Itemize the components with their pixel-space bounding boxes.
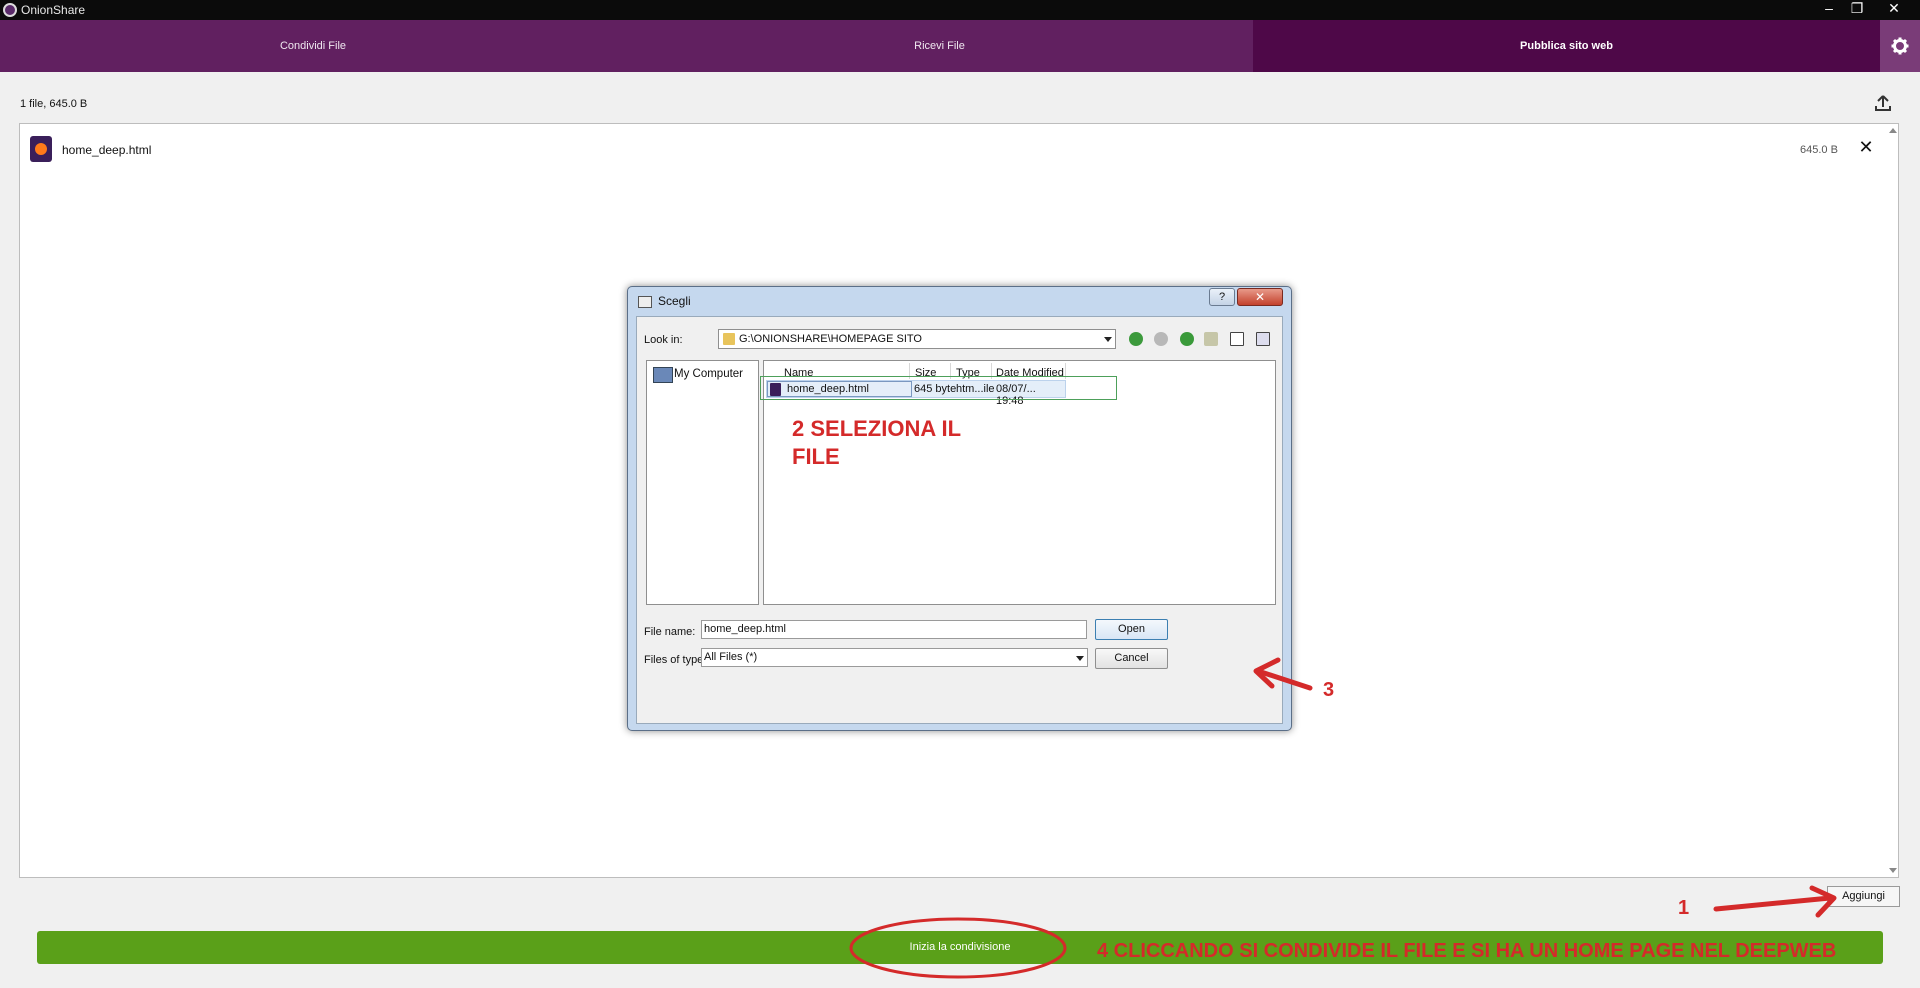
sidebar-item-my-computer[interactable]: My Computer (674, 368, 743, 380)
annotation-step-1: 1 (1678, 897, 1690, 919)
list-view-button[interactable] (1228, 330, 1246, 348)
annotation-step-3: 3 (1323, 679, 1335, 701)
annotation-arrow-1 (1713, 895, 1833, 912)
file-name: home_deep.html (62, 143, 152, 157)
settings-button[interactable] (1880, 20, 1920, 72)
scroll-up-icon[interactable] (1889, 128, 1897, 133)
open-button[interactable]: Open (1095, 619, 1168, 640)
dialog-help-button[interactable]: ? (1209, 288, 1235, 306)
onionshare-icon (3, 3, 17, 17)
annotation-step-4: 4 CLICCANDO SI CONDIVIDE IL FILE E SI HA… (1097, 940, 1837, 962)
file-type-value: All Files (*) (704, 651, 758, 663)
html-file-icon (30, 136, 52, 162)
remove-file-button[interactable]: ✕ (1856, 137, 1876, 157)
cancel-button[interactable]: Cancel (1095, 648, 1168, 669)
file-list-scrollbar[interactable] (1886, 124, 1900, 877)
look-in-combo[interactable]: G:\ONIONSHARE\HOMEPAGE SITO (718, 329, 1116, 349)
maximize-button[interactable]: ❐ (1843, 0, 1871, 18)
file-summary: 1 file, 645.0 B (20, 98, 88, 110)
new-folder-icon (1204, 332, 1218, 346)
scroll-down-icon[interactable] (1889, 868, 1897, 873)
close-window-button[interactable]: ✕ (1872, 0, 1916, 18)
new-folder-button[interactable] (1202, 330, 1220, 348)
parent-folder-button[interactable] (1178, 330, 1196, 348)
dialog-body: Look in: G:\ONIONSHARE\HOMEPAGE SITO My … (636, 316, 1283, 724)
gear-icon (1891, 37, 1909, 55)
up-arrow-icon (1180, 332, 1194, 346)
tab-share-files[interactable]: Condividi File (0, 20, 626, 72)
chevron-down-icon (1104, 337, 1112, 342)
mode-tabs: Condividi File Ricevi File Pubblica sito… (0, 20, 1920, 72)
back-arrow-icon (1129, 332, 1143, 346)
computer-icon (653, 367, 673, 383)
file-type-label: Files of type: (644, 654, 707, 666)
file-dialog: Scegli ? ✕ Look in: G:\ONIONSHARE\HOMEPA… (627, 286, 1292, 731)
window-titlebar: OnionShare – ❐ ✕ (0, 0, 1920, 20)
dialog-app-icon (638, 296, 652, 308)
file-type-select[interactable]: All Files (*) (701, 648, 1088, 667)
chevron-down-icon (1076, 656, 1084, 661)
detail-view-icon (1256, 332, 1270, 346)
back-button[interactable] (1127, 330, 1145, 348)
minimize-button[interactable]: – (1815, 0, 1843, 18)
forward-arrow-icon (1154, 332, 1168, 346)
folder-icon (723, 333, 735, 345)
dialog-file-list: Name Size Type Date Modified home_deep.h… (760, 360, 1276, 605)
file-name-label: File name: (644, 626, 696, 638)
places-sidebar: My Computer (646, 360, 759, 605)
tab-publish-website[interactable]: Pubblica sito web (1253, 20, 1880, 72)
list-view-icon (1230, 332, 1244, 346)
file-name-input[interactable]: home_deep.html (701, 620, 1087, 639)
annotation-step-2: 2 SELEZIONA IL FILE (792, 416, 961, 469)
tab-receive-files[interactable]: Ricevi File (626, 20, 1253, 72)
window-title: OnionShare (21, 3, 86, 17)
add-button[interactable]: Aggiungi (1827, 886, 1900, 907)
upload-icon[interactable] (1873, 93, 1893, 113)
selection-highlight (760, 376, 1117, 400)
look-in-label: Look in: (644, 334, 683, 346)
file-size: 645.0 B (1800, 144, 1838, 156)
detail-view-button[interactable] (1254, 330, 1272, 348)
look-in-path: G:\ONIONSHARE\HOMEPAGE SITO (739, 333, 922, 345)
dialog-close-button[interactable]: ✕ (1237, 288, 1283, 306)
forward-button[interactable] (1152, 330, 1170, 348)
dialog-title: Scegli (658, 294, 691, 308)
